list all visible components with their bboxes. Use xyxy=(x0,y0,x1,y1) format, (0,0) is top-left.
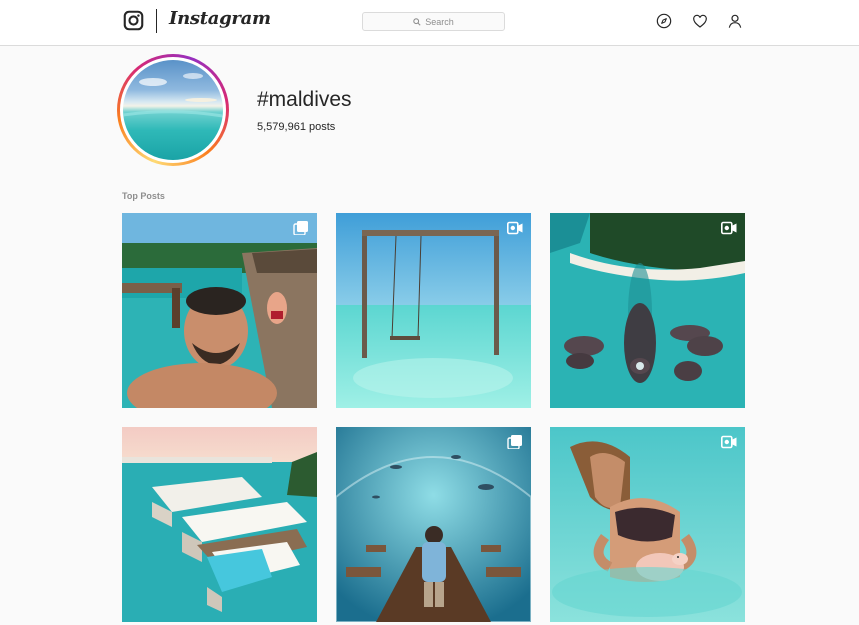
multiple-photos-icon xyxy=(293,221,309,236)
post-image xyxy=(336,427,531,622)
post-thumbnail-4[interactable] xyxy=(122,427,317,622)
post-thumbnail-3[interactable] xyxy=(550,213,745,408)
search-input[interactable]: Search xyxy=(362,12,505,31)
post-thumbnail-5[interactable] xyxy=(336,427,531,622)
compass-icon[interactable] xyxy=(656,13,672,29)
post-image xyxy=(122,213,317,408)
profile-icon[interactable] xyxy=(727,13,743,29)
post-thumbnail-2[interactable] xyxy=(336,213,531,408)
camera-logo-icon[interactable] xyxy=(123,10,144,31)
logo-divider xyxy=(156,9,157,33)
top-nav: Instagram Search xyxy=(0,0,859,46)
heart-icon[interactable] xyxy=(692,13,708,29)
instagram-wordmark[interactable]: Instagram xyxy=(169,8,271,29)
search-placeholder: Search xyxy=(425,16,454,27)
post-image xyxy=(336,213,531,408)
video-icon xyxy=(507,221,523,235)
post-thumbnail-6[interactable] xyxy=(550,427,745,622)
hashtag-title: #maldives xyxy=(257,88,352,111)
video-icon xyxy=(721,435,737,449)
video-icon xyxy=(721,221,737,235)
post-image xyxy=(122,427,317,622)
post-image xyxy=(550,213,745,408)
post-image xyxy=(550,427,745,622)
post-thumbnail-1[interactable] xyxy=(122,213,317,408)
hashtag-avatar-image xyxy=(123,60,223,160)
post-count: 5,579,961 posts xyxy=(257,121,336,133)
multiple-photos-icon xyxy=(507,435,523,450)
hashtag-avatar[interactable] xyxy=(117,54,229,166)
search-icon xyxy=(413,17,421,26)
top-posts-label: Top Posts xyxy=(122,191,165,201)
